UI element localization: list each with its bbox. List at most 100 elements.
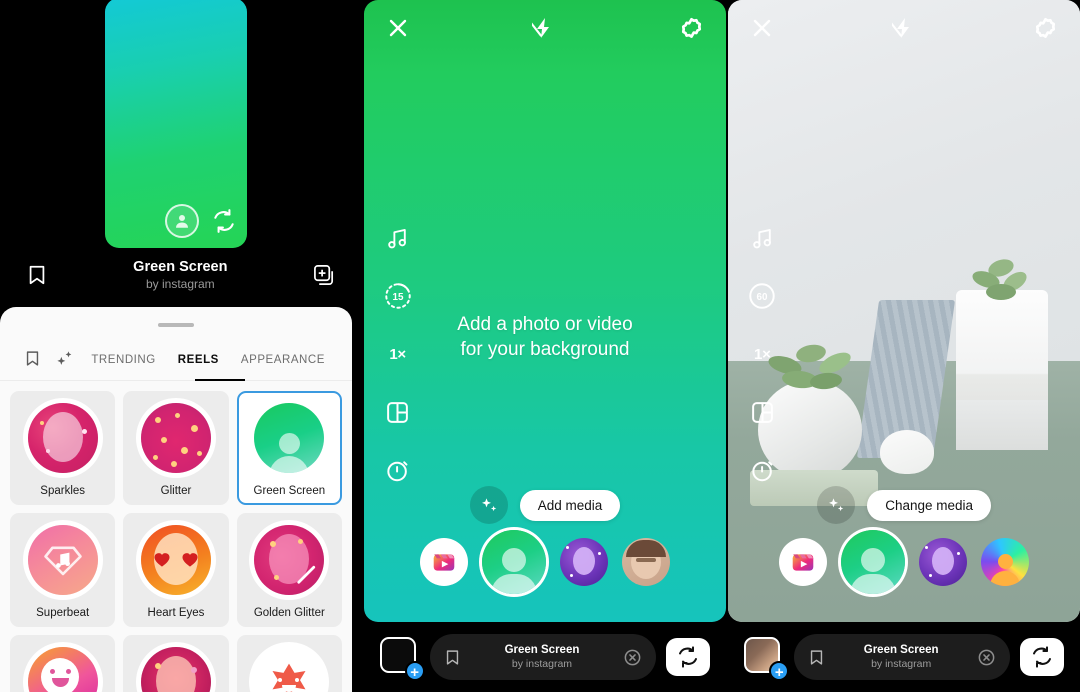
- effects-carousel: [364, 530, 727, 594]
- ai-sparkles-icon[interactable]: [469, 486, 508, 524]
- carousel-item-face-effect[interactable]: [621, 538, 670, 586]
- carousel-item-reels-effect[interactable]: [419, 538, 468, 586]
- camera-viewport-media[interactable]: 60 1× Change media: [728, 0, 1080, 622]
- duration-value: 60: [757, 292, 768, 303]
- active-effect-pill[interactable]: Green Screen by instagram: [794, 634, 1010, 680]
- dismiss-effect-icon[interactable]: [977, 648, 996, 667]
- add-to-story-icon[interactable]: [313, 264, 336, 287]
- gallery-add-badge[interactable]: +: [404, 661, 425, 681]
- ai-sparkles-icon[interactable]: [817, 486, 856, 524]
- background-cylinder-band: [956, 400, 1049, 450]
- effect-author: by instagram: [145, 277, 215, 291]
- effect-cell-row3-a[interactable]: [10, 635, 116, 692]
- media-action-row: Add media: [364, 486, 727, 524]
- change-media-button[interactable]: Change media: [867, 489, 992, 521]
- tab-trending[interactable]: TRENDING: [80, 337, 166, 381]
- sparkles-icon[interactable]: [48, 349, 80, 368]
- camera-viewport[interactable]: 15 1× Add a photo or video for your back…: [363, 0, 727, 622]
- carousel-item-green-screen-effect[interactable]: [481, 530, 546, 594]
- effects-carousel-media: [728, 530, 1080, 594]
- person-avatar-icon[interactable]: [165, 204, 199, 238]
- active-effect-pill[interactable]: Green Screen by instagram: [429, 634, 657, 680]
- effect-preview-area: Green Screen by instagram: [0, 0, 362, 307]
- effect-preview-card[interactable]: [105, 0, 247, 248]
- effect-cell-superbeat[interactable]: Superbeat: [10, 513, 116, 627]
- close-icon[interactable]: [750, 16, 774, 40]
- camera-hint-line2: for your background: [460, 339, 630, 360]
- camera-bottombar: + Green Screen by instagram: [363, 622, 727, 692]
- music-note-icon[interactable]: [746, 222, 778, 254]
- duration-value: 15: [392, 292, 403, 303]
- effect-cell-label: Sparkles: [40, 485, 86, 497]
- effect-thumb: [254, 403, 325, 473]
- timer-icon[interactable]: [382, 454, 414, 486]
- panel-effect-browser: Green Screen by instagram TRENDING REELS…: [0, 0, 362, 692]
- duration-dial-15[interactable]: 15: [382, 280, 414, 312]
- saved-effects-icon[interactable]: [16, 349, 48, 368]
- flip-camera-button[interactable]: [1020, 638, 1064, 676]
- effect-thumb: [140, 647, 211, 692]
- panel-camera-green-screen: 15 1× Add a photo or video for your back…: [363, 0, 727, 692]
- effect-cell-heart-eyes[interactable]: Heart Eyes: [123, 513, 229, 627]
- settings-gear-icon[interactable]: [679, 16, 704, 41]
- flip-camera-button[interactable]: [666, 638, 711, 676]
- gallery-add-badge[interactable]: +: [769, 661, 790, 681]
- gallery-button[interactable]: +: [744, 637, 790, 681]
- effect-cell-glitter[interactable]: Glitter: [123, 391, 229, 505]
- swap-background-icon[interactable]: [211, 208, 237, 234]
- active-effect-author: by instagram: [511, 658, 573, 670]
- settings-gear-icon[interactable]: [1033, 16, 1058, 41]
- background-succulent-cluster: [766, 342, 862, 397]
- sheet-grabber[interactable]: [158, 323, 194, 327]
- effect-thumb: [27, 525, 98, 595]
- dismiss-effect-icon[interactable]: [623, 648, 642, 667]
- carousel-item-gem-effect[interactable]: [559, 538, 608, 586]
- tab-reels[interactable]: REELS: [167, 337, 230, 381]
- camera-topbar-media: [728, 0, 1080, 56]
- background-stone: [880, 430, 935, 474]
- active-effect-text: Green Screen by instagram: [471, 643, 614, 671]
- effect-thumb: [27, 647, 98, 692]
- music-note-icon[interactable]: [382, 222, 414, 254]
- effect-thumb: [27, 403, 98, 473]
- tab-appearance[interactable]: APPEARANCE: [230, 337, 336, 381]
- effects-bottom-sheet: TRENDING REELS APPEARANCE Sparkles Glitt…: [0, 307, 352, 692]
- carousel-item-reels-effect[interactable]: [779, 538, 828, 586]
- duration-dial-60[interactable]: 60: [746, 280, 778, 312]
- bookmark-icon[interactable]: [26, 263, 48, 287]
- effect-cell-row3-c[interactable]: [236, 635, 342, 692]
- panel-camera-with-media: 60 1× Change media + Green Screen by ins…: [728, 0, 1080, 692]
- carousel-item-gem-effect[interactable]: [919, 538, 968, 586]
- effects-grid: Sparkles Glitter Green Screen Superbeat …: [0, 381, 352, 692]
- flash-off-icon[interactable]: [891, 16, 916, 40]
- layout-grid-icon[interactable]: [382, 396, 414, 428]
- carousel-item-rainbow-avatar-effect[interactable]: [981, 538, 1030, 586]
- close-icon[interactable]: [386, 16, 410, 40]
- bookmark-icon[interactable]: [808, 648, 825, 667]
- timer-icon[interactable]: [746, 454, 778, 486]
- effect-thumb: [140, 525, 211, 595]
- effect-cell-label: Green Screen: [253, 485, 326, 497]
- effect-cell-label: Heart Eyes: [147, 607, 205, 619]
- page-title: Green Screen: [133, 259, 228, 275]
- effect-cell-sparkles[interactable]: Sparkles: [10, 391, 116, 505]
- effect-tabbar: TRENDING REELS APPEARANCE: [0, 337, 352, 381]
- bookmark-icon[interactable]: [444, 648, 461, 667]
- effect-cell-row3-b[interactable]: [123, 635, 229, 692]
- speed-control[interactable]: 1×: [746, 338, 778, 370]
- effect-cell-label: Golden Glitter: [253, 607, 325, 619]
- effect-cell-label: Superbeat: [36, 607, 90, 619]
- camera-hint-text: Add a photo or video for your background: [364, 312, 727, 362]
- camera-hint-line1: Add a photo or video: [457, 314, 633, 335]
- carousel-item-green-screen-effect[interactable]: [841, 530, 906, 594]
- flash-off-icon[interactable]: [532, 16, 556, 40]
- effect-cell-golden-glitter[interactable]: Golden Glitter: [236, 513, 342, 627]
- gallery-button[interactable]: +: [379, 637, 425, 681]
- effect-cell-label: Glitter: [160, 485, 192, 497]
- effect-meta-row: Green Screen by instagram: [0, 258, 362, 292]
- effect-cell-green-screen[interactable]: Green Screen: [236, 391, 342, 505]
- effect-thumb: [140, 403, 211, 473]
- add-media-button[interactable]: Add media: [519, 489, 621, 521]
- camera-bottombar-media: + Green Screen by instagram: [728, 622, 1080, 692]
- layout-grid-icon[interactable]: [746, 396, 778, 428]
